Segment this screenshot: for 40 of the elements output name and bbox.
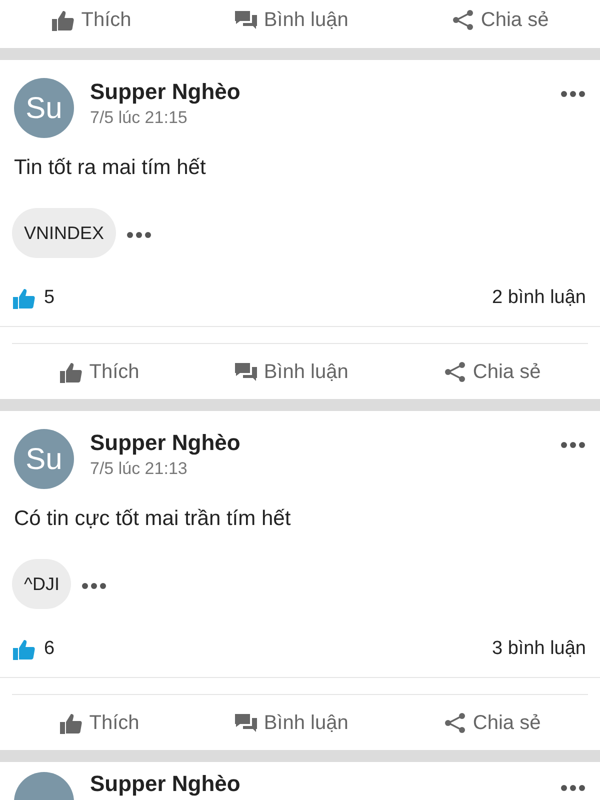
share-button[interactable]: Chia sẻ xyxy=(442,708,541,736)
like-count: 6 xyxy=(44,637,55,661)
post-text: Tin tốt ra mai tím hết xyxy=(14,155,207,181)
avatar: Su xyxy=(14,429,74,489)
comment-count[interactable]: 2 bình luận xyxy=(492,284,586,312)
author-name: Supper Nghèo xyxy=(90,772,240,796)
like-button[interactable]: Thích xyxy=(51,6,132,34)
chat-bubbles-icon xyxy=(234,9,258,31)
share-button[interactable]: Chia sẻ xyxy=(450,6,549,34)
thumbs-up-icon xyxy=(12,287,36,309)
share-button[interactable]: Chia sẻ xyxy=(442,358,541,386)
thumbs-up-icon xyxy=(59,360,84,382)
like-button[interactable]: Thích xyxy=(59,708,140,736)
comment-button[interactable]: Bình luận xyxy=(234,6,348,34)
share-icon xyxy=(442,360,467,382)
more-icon xyxy=(560,784,586,792)
post-time: 7/5 lúc 21:13 xyxy=(90,458,188,480)
chat-bubbles-icon xyxy=(234,360,258,382)
thumbs-up-icon xyxy=(59,712,84,734)
comment-button[interactable]: Bình luận xyxy=(234,358,348,386)
share-icon xyxy=(450,9,475,31)
author-name: Supper Nghèo xyxy=(90,429,240,457)
post-time: 7/5 lúc 21:15 xyxy=(90,107,188,129)
chat-bubbles-icon xyxy=(234,712,258,734)
stock-tag[interactable]: ^DJI xyxy=(12,559,72,609)
like-count: 5 xyxy=(44,286,55,310)
more-icon xyxy=(560,90,586,98)
more-icon xyxy=(560,440,586,449)
share-icon xyxy=(442,712,467,734)
more-icon xyxy=(126,230,152,239)
more-icon xyxy=(81,582,108,590)
comment-button[interactable]: Bình luận xyxy=(234,708,348,736)
stock-tag[interactable]: VNINDEX xyxy=(12,208,116,258)
like-button[interactable]: Thích xyxy=(59,358,140,386)
comment-count[interactable]: 3 bình luận xyxy=(492,635,586,663)
post-text: Có tin cực tốt mai trần tím hết xyxy=(14,506,292,532)
avatar: Su xyxy=(14,78,74,138)
author-name: Supper Nghèo xyxy=(90,78,240,106)
thumbs-up-icon xyxy=(51,9,76,31)
thumbs-up-icon xyxy=(12,638,36,660)
